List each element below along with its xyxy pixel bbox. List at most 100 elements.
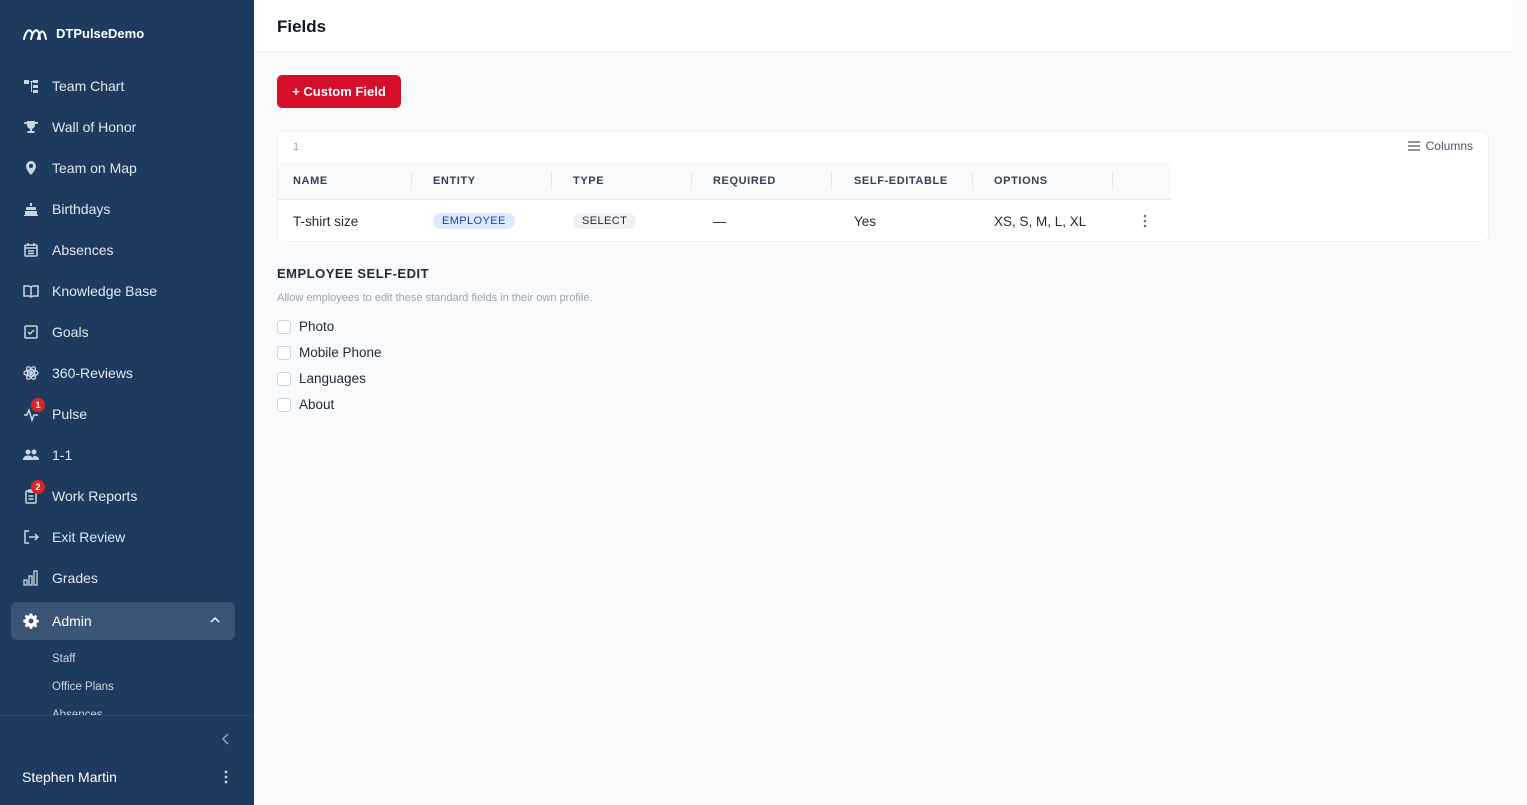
page-title: Fields (277, 17, 327, 36)
sidebar-item-goals[interactable]: Goals (0, 311, 254, 352)
sidebar-item-absences[interactable]: Absences (0, 229, 254, 270)
self-edit-help: Allow employees to edit these standard f… (277, 292, 593, 304)
sidebar-item-360-reviews[interactable]: 360-Reviews (0, 352, 254, 393)
column-header-options[interactable]: OPTIONS (994, 162, 1048, 200)
cake-icon (23, 201, 39, 217)
row-count: 1 (293, 141, 300, 153)
gear-icon (23, 613, 39, 629)
about-checkbox[interactable] (277, 397, 291, 412)
bar-chart-icon (23, 569, 39, 586)
column-header-entity[interactable]: ENTITY (433, 162, 476, 200)
checkbox-label: Mobile Phone (299, 345, 382, 360)
sidebar-item-label: 1-1 (52, 446, 73, 463)
cell-required: — (713, 213, 727, 229)
users-icon (23, 447, 39, 463)
sidebar-item-label: Exit Review (52, 528, 126, 545)
checkbox-label: Languages (299, 371, 366, 386)
map-pin-icon (23, 160, 39, 176)
sidebar-item-label: Wall of Honor (52, 118, 137, 135)
subnav-item-staff[interactable]: Staff (0, 645, 254, 673)
languages-checkbox[interactable] (277, 371, 291, 386)
self-edit-option-languages[interactable]: Languages (277, 371, 366, 386)
table-header: NAME ENTITY TYPE REQUIRED SELF-EDITABLE … (278, 162, 1171, 200)
column-header-type[interactable]: TYPE (573, 162, 604, 200)
column-resizer[interactable] (411, 172, 412, 190)
columns-button[interactable]: Columns (1407, 139, 1473, 153)
sidebar-item-label: Work Reports (52, 487, 138, 504)
checkbox-icon (23, 324, 39, 340)
column-resizer[interactable] (831, 172, 832, 190)
cell-self-editable: Yes (854, 213, 877, 229)
cell-type: SELECT (573, 200, 637, 242)
kebab-menu-icon (224, 770, 228, 784)
mobile-phone-checkbox[interactable] (277, 345, 291, 360)
photo-checkbox[interactable] (277, 319, 291, 334)
sidebar-item-label: Birthdays (52, 200, 111, 217)
column-resizer[interactable] (1112, 172, 1113, 190)
brand-name: DTPulseDemo (56, 25, 145, 41)
book-icon (23, 283, 39, 299)
calendar-icon (23, 242, 39, 258)
checkbox-label: About (299, 397, 335, 412)
sidebar-item-label: Team on Map (52, 159, 137, 176)
subnav-item-office-plans[interactable]: Office Plans (0, 673, 254, 701)
org-chart-icon (23, 78, 39, 94)
row-actions-button[interactable] (1140, 213, 1150, 229)
add-custom-field-button[interactable]: + Custom Field (277, 75, 401, 108)
sidebar-item-label: 360-Reviews (52, 364, 133, 381)
sidebar-item-label: Absences (52, 241, 114, 258)
hamburger-icon (1407, 141, 1420, 151)
sidebar-item-exit-review[interactable]: Exit Review (0, 516, 254, 557)
sidebar-item-grades[interactable]: Grades (0, 557, 254, 598)
cell-entity: EMPLOYEE (433, 200, 515, 242)
sidebar-item-team-chart[interactable]: Team Chart (0, 65, 254, 106)
atom-icon (23, 365, 39, 381)
sidebar-item-team-on-map[interactable]: Team on Map (0, 147, 254, 188)
sidebar-item-admin[interactable]: Admin (11, 602, 235, 640)
sidebar-item-label: Grades (52, 569, 98, 586)
sidebar-divider (0, 715, 254, 716)
admin-subnav: Staff Office Plans Absences (0, 645, 254, 715)
column-header-self-editable[interactable]: SELF-EDITABLE (854, 162, 948, 200)
brand-mark-icon (23, 29, 47, 40)
kebab-menu-icon (1143, 214, 1147, 228)
sidebar-item-pulse[interactable]: 1 Pulse (0, 393, 254, 434)
entity-badge: EMPLOYEE (433, 213, 515, 229)
sidebar-nav: Team Chart Wall of Honor Team on Map Bir… (0, 65, 254, 598)
sidebar-item-label: Goals (52, 323, 89, 340)
chevron-left-icon[interactable] (218, 731, 234, 747)
cell-options: XS, S, M, L, XL (994, 213, 1087, 229)
user-menu-button[interactable] (220, 768, 232, 786)
sidebar-item-birthdays[interactable]: Birthdays (0, 188, 254, 229)
sidebar-item-label: Pulse (52, 405, 88, 422)
sidebar-item-work-reports[interactable]: 2 Work Reports (0, 475, 254, 516)
user-name[interactable]: Stephen Martin (22, 769, 117, 785)
trophy-icon (23, 119, 39, 135)
sidebar-item-label: Team Chart (52, 77, 125, 94)
page-header: Fields (254, 0, 1512, 52)
pulse-icon: 1 (23, 397, 45, 422)
self-edit-option-about[interactable]: About (277, 397, 334, 412)
chevron-up-icon[interactable] (209, 614, 221, 626)
column-header-name[interactable]: NAME (293, 162, 328, 200)
subnav-item-absences[interactable]: Absences (0, 701, 254, 715)
sidebar-item-wall-of-honor[interactable]: Wall of Honor (0, 106, 254, 147)
brand-logo[interactable]: DTPulseDemo (22, 24, 144, 42)
cell-name: T-shirt size (293, 213, 359, 229)
column-header-required[interactable]: REQUIRED (713, 162, 776, 200)
checkbox-label: Photo (299, 319, 335, 334)
column-resizer[interactable] (972, 172, 973, 190)
column-resizer[interactable] (691, 172, 692, 190)
table-row[interactable]: T-shirt size EMPLOYEE SELECT — Yes XS, S… (278, 200, 1171, 242)
self-edit-option-photo[interactable]: Photo (277, 319, 334, 334)
sidebar-item-one-on-one[interactable]: 1-1 (0, 434, 254, 475)
columns-label: Columns (1425, 139, 1473, 153)
type-badge: SELECT (573, 213, 637, 229)
self-edit-option-mobile-phone[interactable]: Mobile Phone (277, 345, 382, 360)
exit-icon (23, 529, 39, 545)
column-resizer[interactable] (551, 172, 552, 190)
sidebar-item-knowledge-base[interactable]: Knowledge Base (0, 270, 254, 311)
clipboard-icon: 2 (23, 479, 45, 504)
fields-table: 1 Columns NAME ENTITY TYPE REQUIRED SELF… (277, 131, 1489, 242)
notification-badge: 1 (31, 397, 45, 412)
